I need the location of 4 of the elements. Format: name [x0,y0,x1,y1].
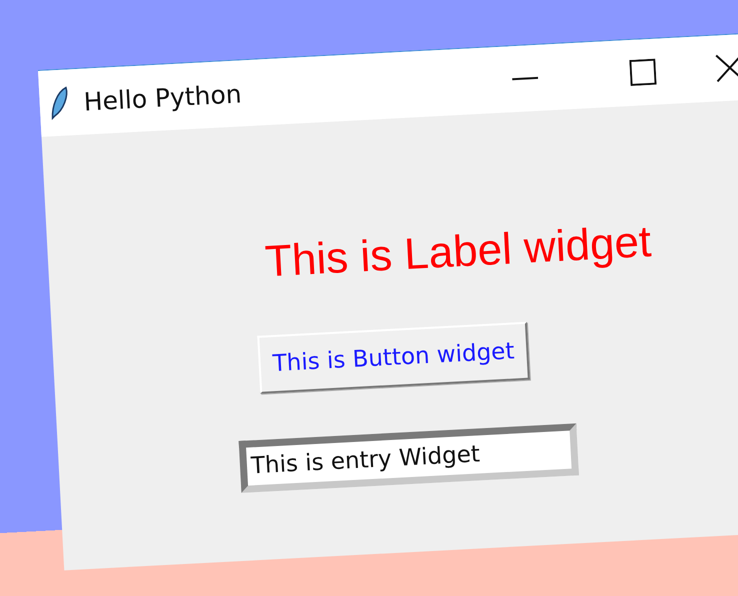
window-title: Hello Python [82,78,244,116]
label-text: This is Label widget [264,217,652,288]
widget-button[interactable]: This is Button widget [257,322,530,394]
entry-field[interactable]: This is entry Widget [238,423,579,493]
